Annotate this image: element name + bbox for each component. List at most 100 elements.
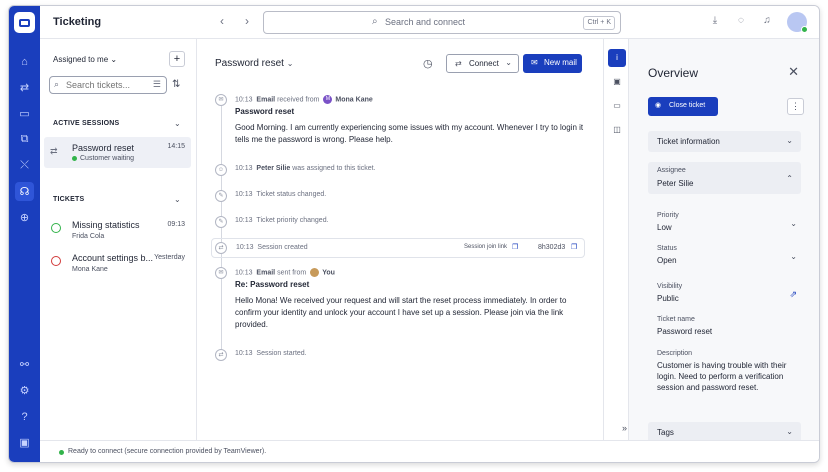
event-meta: 10:13 Ticket status changed. <box>235 191 327 198</box>
status-field[interactable]: Status Open ⌄ <box>657 245 797 266</box>
image-icon[interactable]: ▣ <box>608 73 626 91</box>
assignee-dropdown[interactable]: Assignee Peter Silie ⌃ <box>648 162 801 194</box>
global-search[interactable]: ⌕ Search and connect Ctrl + K <box>263 11 621 34</box>
shortcut-hint: Ctrl + K <box>583 16 615 30</box>
ticket-person: Frida Cola <box>72 233 105 240</box>
status-bar: Ready to connect (secure connection prov… <box>40 440 819 462</box>
teamviewer-logo-icon[interactable] <box>14 12 35 33</box>
chevron-down-icon[interactable]: ⌄ <box>174 119 181 128</box>
chevron-down-icon: ⌄ <box>790 252 797 261</box>
more-options-icon[interactable]: ⋮ <box>787 98 804 115</box>
visibility-field: Visibility Public ⇗ <box>657 283 797 303</box>
app-title: Ticketing <box>53 16 102 28</box>
active-sessions-title: ACTIVE SESSIONS <box>53 120 120 127</box>
email-subject: Re: Password reset <box>235 280 310 289</box>
add-circle-icon[interactable]: ⊕ <box>15 208 34 227</box>
ticket-item[interactable]: Account settings b... Yesterday Mona Kan… <box>44 249 191 279</box>
folder-icon[interactable]: ▭ <box>608 97 626 115</box>
help-icon[interactable]: ? <box>15 407 34 426</box>
headset-icon[interactable]: ☊ <box>15 182 34 201</box>
ticket-information-section[interactable]: Ticket information ⌄ <box>648 131 801 152</box>
ticket-time: 09:13 <box>167 221 185 228</box>
assigned-filter[interactable]: Assigned to me ⌄ <box>53 55 117 64</box>
flow-icon[interactable]: ⤬ <box>15 156 34 175</box>
priority-field[interactable]: Priority Low ⌄ <box>657 212 797 233</box>
session-join-link[interactable]: Session join link <box>464 244 507 250</box>
copy-icon[interactable]: ❐ <box>512 243 518 251</box>
conversation-title[interactable]: Password reset ⌄ <box>215 58 293 69</box>
overview-panel: Overview ✕ ◉ Close ticket ⋮ Ticket infor… <box>629 39 819 443</box>
detail-tabs-rail: i ▣ ▭ ◫ <box>603 39 629 440</box>
connection-status-dot <box>59 450 64 455</box>
feedback-icon[interactable]: ▣ <box>15 433 34 452</box>
mail-icon: ✉ <box>215 94 227 106</box>
check-circle-icon: ◉ <box>655 102 662 109</box>
event-meta: 10:13 Ticket priority changed. <box>235 217 329 224</box>
ticket-item[interactable]: Missing statistics 09:13 Frida Cola <box>44 216 191 246</box>
left-rail: ⌂ ⇄ ▭ ⧉ ⤬ ☊ ⊕ ⚯ ⚙ ? ▣ <box>9 6 40 462</box>
transfer-icon[interactable]: ⇄ <box>15 78 34 97</box>
event-meta: 10:13 Email received from M Mona Kane <box>235 95 373 104</box>
info-icon[interactable]: i <box>608 49 626 67</box>
transfer-icon: ⇄ <box>215 242 227 254</box>
note-icon[interactable]: ◫ <box>608 121 626 139</box>
event-meta: 10:13 Peter Silie was assigned to this t… <box>235 165 376 172</box>
new-mail-button[interactable]: ✉ New mail <box>523 54 582 73</box>
description-field: Description Customer is having trouble w… <box>657 350 787 392</box>
user-avatar[interactable] <box>787 12 808 33</box>
integrations-icon[interactable]: ⚯ <box>15 355 34 374</box>
filter-icon[interactable]: ☰ <box>153 79 161 90</box>
forward-arrow-icon[interactable]: › <box>240 14 254 30</box>
session-code: 8h302d3 <box>538 244 566 251</box>
event-meta: 10:13 Email sent from You <box>235 268 335 277</box>
ticket-name: Missing statistics <box>72 220 140 230</box>
settings-icon[interactable]: ⚙ <box>15 381 34 400</box>
copy-icon[interactable]: ❐ <box>571 243 577 251</box>
mail-icon: ✉ <box>531 58 538 67</box>
ticket-search-input[interactable] <box>66 80 146 90</box>
sort-icon[interactable]: ⇅ <box>172 79 180 90</box>
chevron-down-icon: ⌄ <box>786 427 793 436</box>
active-session-item[interactable]: ⇄ Password reset 14:15 Customer waiting <box>44 137 191 168</box>
event-meta: 10:13 Session started. <box>235 350 307 357</box>
ticket-person: Mona Kane <box>72 266 108 273</box>
tickets-title: TICKETS <box>53 196 85 203</box>
email-body: Good Morning. I am currently experiencin… <box>235 123 584 144</box>
chevron-down-icon: ⌄ <box>786 136 793 145</box>
ticket-name: Account settings b... <box>72 253 154 263</box>
status-text: Ready to connect (secure connection prov… <box>68 448 267 455</box>
search-icon: ⌕ <box>372 16 378 27</box>
ticket-status-circle <box>51 256 61 266</box>
back-arrow-icon[interactable]: ‹ <box>215 14 229 30</box>
ticket-time: Yesterday <box>154 254 185 261</box>
avatar <box>310 268 320 277</box>
online-indicator <box>801 26 808 33</box>
search-placeholder: Search and connect <box>385 17 466 27</box>
history-icon[interactable]: ◷ <box>423 57 433 70</box>
pencil-icon: ✎ <box>215 190 227 202</box>
chevron-down-icon[interactable]: ⌄ <box>174 195 181 204</box>
expand-panel-icon[interactable]: » <box>622 423 627 433</box>
share-icon[interactable]: ⇗ <box>789 289 797 300</box>
chat-icon[interactable]: ◌ <box>734 15 748 29</box>
chevron-down-icon: ⌄ <box>286 59 294 68</box>
search-icon: ⌕ <box>54 79 60 89</box>
close-icon[interactable]: ✕ <box>788 64 799 80</box>
add-ticket-button[interactable]: + <box>169 51 185 67</box>
avatar: M <box>323 95 333 104</box>
chevron-down-icon: ⌄ <box>790 219 797 228</box>
connect-button[interactable]: ⇄ Connect ⌄ <box>446 54 519 73</box>
devices-icon[interactable]: ▭ <box>15 104 34 123</box>
transfer-icon: ⇄ <box>215 349 227 361</box>
session-status: Customer waiting <box>72 155 134 162</box>
chevron-up-icon: ⌃ <box>786 174 793 183</box>
bell-icon[interactable]: ♫ <box>760 15 774 29</box>
ticket-name-field: Ticket name Password reset <box>657 316 713 336</box>
groups-icon[interactable]: ⧉ <box>15 130 34 149</box>
home-icon[interactable]: ⌂ <box>15 52 34 71</box>
overview-title: Overview <box>648 66 699 80</box>
chevron-down-icon: ⌄ <box>505 58 512 67</box>
ticket-search[interactable]: ⌕ ☰ <box>49 76 167 94</box>
close-ticket-button[interactable]: ◉ Close ticket <box>648 97 718 116</box>
download-icon[interactable]: ⤓ <box>708 15 722 29</box>
